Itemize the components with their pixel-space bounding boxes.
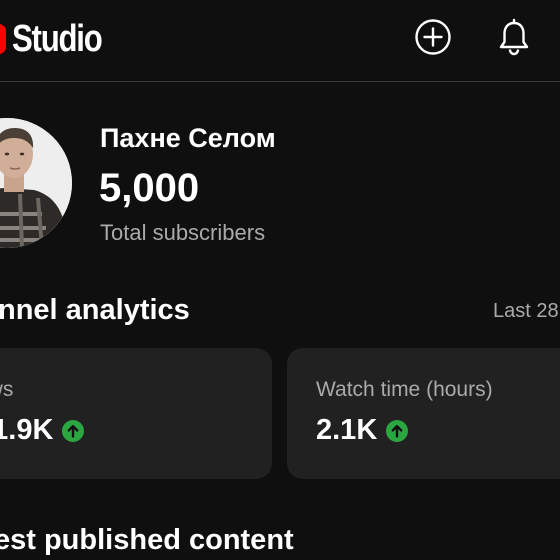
trend-up-icon <box>62 419 85 442</box>
studio-logo[interactable]: Studio <box>0 17 121 60</box>
youtube-logo-icon <box>0 24 6 54</box>
channel-name: Пахне Селом <box>100 123 276 153</box>
latest-content-section-title: est published content <box>0 524 294 556</box>
create-button[interactable] <box>413 17 453 57</box>
subscriber-count: 5,000 <box>99 166 200 210</box>
analytics-period-selector[interactable]: Last 28 <box>493 300 559 323</box>
views-card[interactable]: ews 31.9K <box>0 348 272 479</box>
trend-up-icon <box>386 419 409 442</box>
notifications-button[interactable] <box>494 17 534 57</box>
watch-time-card-label: Watch time (hours) <box>316 378 493 401</box>
views-card-label: ews <box>0 378 14 401</box>
watch-time-value: 2.1K <box>316 414 378 446</box>
watch-time-card-value-row: 2.1K <box>316 414 409 447</box>
channel-avatar[interactable] <box>0 118 72 248</box>
top-app-bar: Studio <box>0 0 560 82</box>
app-name: Studio <box>12 17 103 60</box>
watch-time-card[interactable]: Watch time (hours) 2.1K <box>287 348 560 479</box>
studio-dashboard: Studio Пахне Селом 5,000 Total subscribe… <box>0 0 560 560</box>
subscriber-label: Total subscribers <box>100 220 266 245</box>
analytics-section-title: nnel analytics <box>0 294 190 326</box>
avatar-photo <box>0 118 72 248</box>
add-circle-icon <box>415 19 451 55</box>
views-value: 31.9K <box>0 414 54 446</box>
bell-icon <box>499 18 529 56</box>
views-card-value-row: 31.9K <box>0 414 85 447</box>
